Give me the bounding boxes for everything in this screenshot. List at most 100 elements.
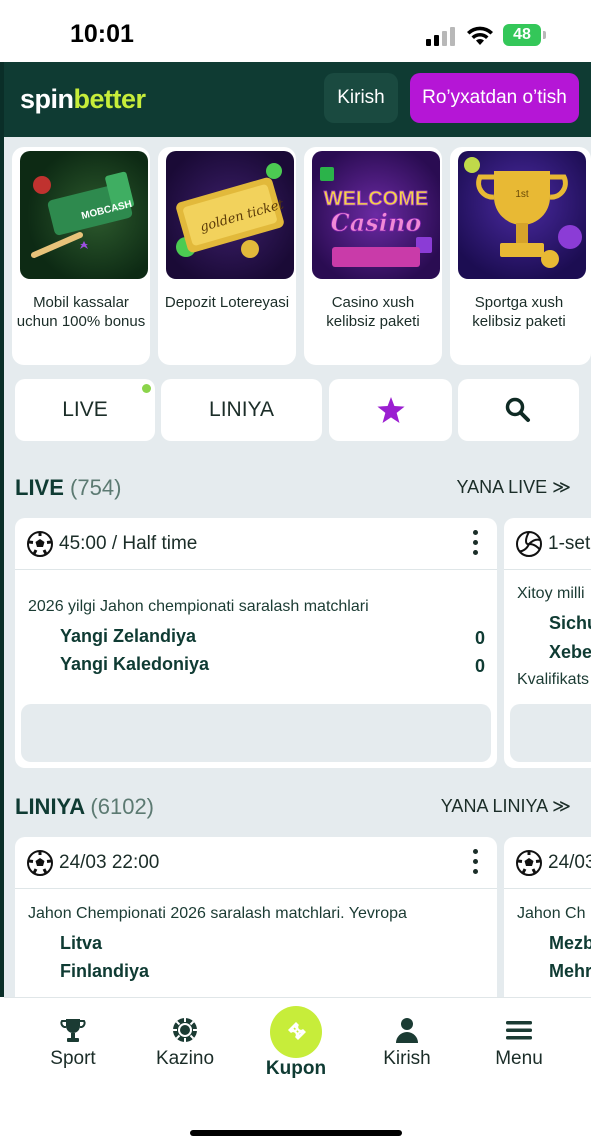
- promo-image-mobcash: MOBCASH: [20, 151, 148, 279]
- battery-level: 48: [503, 24, 541, 46]
- browser-bottom-area: [0, 1085, 591, 1148]
- odds-placeholder[interactable]: [21, 704, 491, 762]
- soccer-ball-icon: [27, 850, 53, 876]
- promo-label: Casino xush kelibsiz paketi: [326, 294, 420, 330]
- score-home: 0: [474, 628, 485, 648]
- promo-image-welcome-casino: WELCOME Casino: [312, 151, 440, 279]
- search-icon: [505, 397, 530, 422]
- nav-kirish[interactable]: Kirish: [362, 1016, 452, 1070]
- volleyball-icon: [516, 531, 542, 557]
- liniya-match-card[interactable]: 24/03 Jahon Ch Mezb Mehr: [504, 837, 591, 997]
- soccer-ball-icon: [27, 531, 53, 557]
- more-liniya-link[interactable]: YANA LINIYA ≫: [441, 796, 571, 817]
- tab-liniya-label: LINIYA: [209, 398, 274, 421]
- spinbetter-logo[interactable]: spinbetter: [20, 84, 146, 115]
- status-time: 10:01: [70, 20, 134, 48]
- live-match-card[interactable]: 1-set Xitoy milli Sichu Xebe Kvalifikats: [504, 518, 591, 768]
- match-card-header: 24/03 22:00: [15, 837, 497, 889]
- golden-ticket-icon: golden ticket: [176, 163, 286, 258]
- live-count: (754): [70, 475, 122, 500]
- nav-sport-label: Sport: [50, 1048, 96, 1069]
- league-name: Jahon Ch: [517, 905, 586, 922]
- promo-image-trophy: 1st: [458, 151, 586, 279]
- match-card-header: 45:00 / Half time: [15, 518, 497, 570]
- hamburger-menu-icon: [506, 1021, 532, 1040]
- liniya-section-title: LINIYA (6102): [15, 794, 154, 820]
- promo-card-sport[interactable]: 1st Sportga xush kelibsiz paketi: [450, 147, 591, 365]
- trophy-icon: 1st: [464, 157, 582, 268]
- bottom-navigation: Sport Kazino Kupon Kirish Menu: [4, 997, 591, 1085]
- app-header: spinbetter Kirish Ro’yxatdan o’tish: [4, 62, 591, 137]
- more-options-icon[interactable]: [473, 530, 479, 558]
- nav-kupon-button[interactable]: [270, 1006, 322, 1058]
- cellular-signal-icon: [426, 26, 456, 46]
- team-away: Xebe: [549, 642, 591, 662]
- ticket-icon: [288, 1022, 306, 1040]
- welcome-casino-icon: WELCOME Casino: [320, 167, 432, 267]
- logo-better: better: [73, 84, 147, 114]
- login-button[interactable]: Kirish: [324, 73, 398, 123]
- league-name: Jahon Chempionati 2026 saralash matchlar…: [28, 905, 407, 922]
- mobcash-ticket-icon: MOBCASH: [31, 171, 134, 258]
- nav-kirish-label: Kirish: [383, 1048, 431, 1069]
- match-card-header: 1-set: [504, 518, 591, 570]
- tab-liniya[interactable]: LINIYA: [161, 379, 322, 441]
- promo-label: Depozit Lotereyasi: [164, 294, 290, 311]
- promo-card-casino[interactable]: WELCOME Casino Casino xush kelibsiz pake…: [304, 147, 442, 365]
- user-icon: [396, 1018, 418, 1043]
- home-indicator[interactable]: [190, 1130, 402, 1136]
- match-time: 45:00 / Half time: [59, 533, 198, 554]
- trophy-image-text: 1st: [515, 189, 529, 200]
- odds-placeholder[interactable]: [510, 704, 591, 762]
- nav-menu[interactable]: Menu: [474, 1016, 564, 1070]
- soccer-ball-icon: [516, 850, 542, 876]
- match-time: 24/03: [548, 852, 591, 873]
- more-live-link[interactable]: YANA LIVE ≫: [456, 477, 571, 498]
- status-bar: 10:01 48: [0, 0, 591, 62]
- live-section-title: LIVE (754): [15, 475, 121, 501]
- main-content: MOBCASH Mobil kassalar uchun 100% bonus …: [4, 137, 591, 997]
- live-match-card[interactable]: 45:00 / Half time 2026 yilgi Jahon chemp…: [15, 518, 497, 768]
- match-time: 24/03 22:00: [59, 852, 160, 873]
- liniya-match-card[interactable]: 24/03 22:00 Jahon Chempionati 2026 saral…: [15, 837, 497, 997]
- promo-card-mobcash[interactable]: MOBCASH Mobil kassalar uchun 100% bonus: [12, 147, 150, 365]
- battery-icon: 48: [503, 24, 546, 46]
- live-indicator-dot: [142, 384, 151, 393]
- tab-search[interactable]: [458, 379, 579, 441]
- register-button[interactable]: Ro’yxatdan o’tish: [410, 73, 579, 123]
- team-home: Litva: [60, 933, 103, 953]
- promo-label: Sportga xush kelibsiz paketi: [472, 294, 566, 330]
- promo-card-lottery[interactable]: golden ticket Depozit Lotereyasi: [158, 147, 296, 365]
- team-away: Yangi Kaledoniya: [60, 654, 210, 674]
- team-away: Finlandiya: [60, 961, 150, 981]
- nav-kazino[interactable]: Kazino: [140, 1016, 230, 1070]
- more-options-icon[interactable]: [473, 849, 479, 877]
- promo-label: Mobil kassalar uchun 100% bonus: [16, 294, 146, 330]
- nav-menu-label: Menu: [495, 1048, 543, 1069]
- league-name: Xitoy milli: [517, 585, 585, 602]
- team-home: Yangi Zelandiya: [60, 626, 197, 646]
- trophy-nav-icon: [60, 1019, 86, 1042]
- match-time: 1-set: [548, 533, 591, 554]
- tab-live[interactable]: LIVE: [15, 379, 155, 441]
- welcome-image-text: WELCOME: [324, 188, 428, 210]
- promo-image-golden-ticket: golden ticket: [166, 151, 294, 279]
- star-icon: [377, 397, 405, 423]
- team-home: Mezb: [549, 933, 591, 953]
- league-extra: Kvalifikats: [517, 671, 590, 688]
- match-card-header: 24/03: [504, 837, 591, 889]
- live-title: LIVE: [15, 475, 64, 500]
- tab-live-label: LIVE: [62, 398, 108, 421]
- tab-favorites[interactable]: [329, 379, 452, 441]
- team-away: Mehr: [549, 961, 591, 981]
- liniya-title: LINIYA: [15, 794, 85, 819]
- nav-kazino-label: Kazino: [155, 1048, 215, 1069]
- score-away: 0: [474, 656, 485, 676]
- logo-spin: spin: [20, 84, 74, 114]
- nav-sport[interactable]: Sport: [28, 1016, 118, 1070]
- nav-kupon-label[interactable]: Kupon: [244, 1058, 348, 1080]
- liniya-count: (6102): [90, 794, 154, 819]
- league-name: 2026 yilgi Jahon chempionati saralash ma…: [28, 598, 369, 615]
- casino-chip-icon: [173, 1018, 197, 1042]
- casino-image-text: Casino: [331, 208, 422, 237]
